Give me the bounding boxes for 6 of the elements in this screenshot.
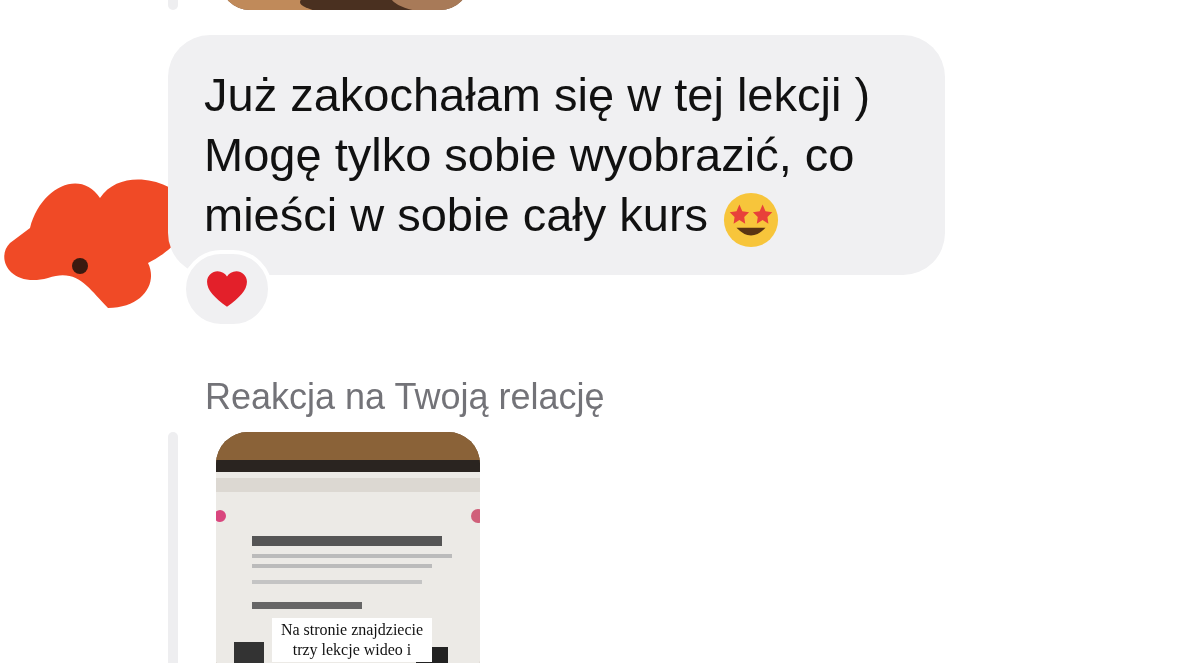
story-reply-label: Reakcja na Twoją relację xyxy=(205,375,605,419)
message-text: mieści w sobie cały kurs xyxy=(204,187,709,243)
story-caption: Na stronie znajdziecie trzy lekcje wideo i xyxy=(272,618,432,662)
message-text: Mogę tylko sobie wyobrazić, co xyxy=(204,127,855,183)
message-text: Już zakochałam się w tej lekcji ) xyxy=(204,67,871,123)
heart-icon xyxy=(206,270,248,308)
